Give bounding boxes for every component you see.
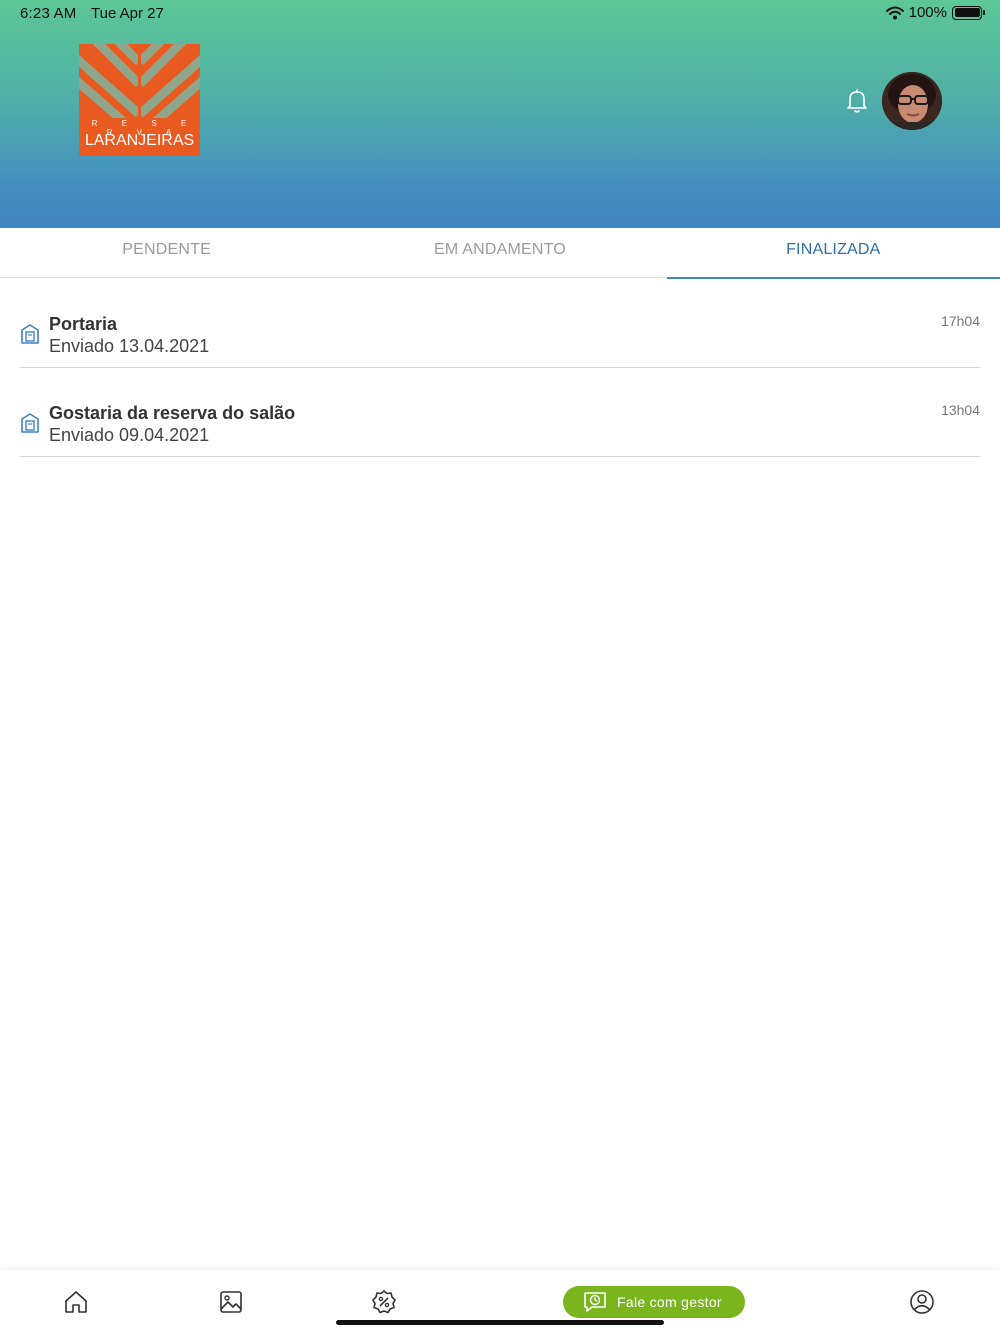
- item-title: Portaria: [49, 314, 118, 334]
- app-header: 6:23 AM Tue Apr 27 100% R E S E R V A LA…: [0, 0, 1000, 228]
- cta-label: Fale com gestor: [617, 1294, 722, 1310]
- avatar[interactable]: [882, 72, 942, 130]
- wifi-icon: [885, 6, 904, 19]
- item-subtitle: Enviado 13.04.2021: [49, 336, 210, 356]
- battery-icon: [952, 5, 985, 20]
- bell-icon[interactable]: [842, 86, 872, 116]
- status-date: Tue Apr 27: [91, 5, 164, 22]
- home-indicator[interactable]: [336, 1320, 664, 1325]
- home-icon[interactable]: [63, 1289, 89, 1315]
- building-icon: [21, 324, 39, 344]
- status-indicators: 100%: [885, 4, 985, 21]
- fale-com-gestor-button[interactable]: Fale com gestor: [563, 1286, 745, 1318]
- gallery-icon[interactable]: [218, 1289, 244, 1315]
- battery-percent: 100%: [908, 4, 947, 21]
- profile-icon[interactable]: [909, 1289, 935, 1315]
- status-time: 6:23 AM: [20, 5, 77, 22]
- tab-em-andamento[interactable]: EM ANDAMENTO: [333, 228, 666, 277]
- logo-text-laranjeiras: LARANJEIRAS: [84, 132, 195, 149]
- chat-clock-icon: [584, 1292, 606, 1312]
- tab-pendente[interactable]: PENDENTE: [0, 228, 333, 277]
- status-tabs: PENDENTE EM ANDAMENTO FINALIZADA: [0, 228, 1000, 279]
- tab-finalizada[interactable]: FINALIZADA: [666, 228, 1000, 279]
- status-bar: 6:23 AM Tue Apr 27 100%: [0, 0, 1000, 28]
- list-item[interactable]: Gostaria da reserva do salão Enviado 09.…: [20, 368, 980, 457]
- discount-icon[interactable]: [371, 1289, 397, 1315]
- building-icon: [21, 413, 39, 433]
- item-time: 13h04: [941, 402, 980, 418]
- item-subtitle: Enviado 09.04.2021: [49, 425, 210, 445]
- item-time: 17h04: [941, 313, 980, 329]
- request-list: Portaria Enviado 13.04.2021 17h04 Gostar…: [20, 279, 980, 457]
- item-title: Gostaria da reserva do salão: [49, 403, 296, 423]
- list-item[interactable]: Portaria Enviado 13.04.2021 17h04: [20, 279, 980, 368]
- reserva-laranjeiras-logo: R E S E R V A LARANJEIRAS: [79, 44, 200, 156]
